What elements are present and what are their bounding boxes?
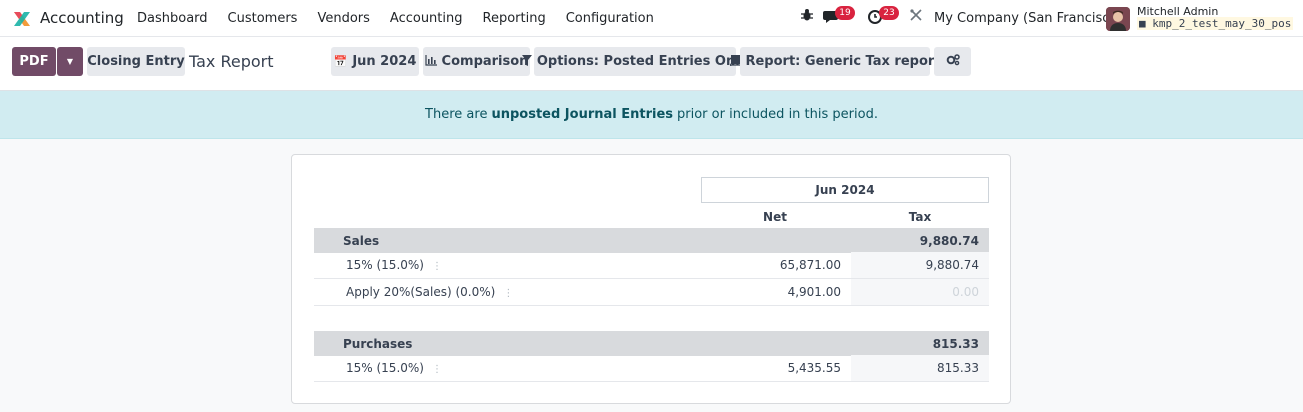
net-value: 4,901.00 — [787, 285, 841, 299]
section-tax: 815.33 — [932, 337, 979, 351]
section-label: Sales — [343, 234, 380, 248]
tax-column-header[interactable]: Tax — [851, 210, 989, 224]
table-row[interactable]: Apply 20%(Sales) (0.0%) ⋮ 4,901.00 0.00 — [314, 279, 989, 306]
menu-customers[interactable]: Customers — [228, 11, 298, 26]
accounting-app-icon[interactable] — [12, 9, 32, 29]
section-label: Purchases — [343, 337, 413, 351]
net-column-header[interactable]: Net — [701, 210, 849, 224]
unposted-entries-link[interactable]: unposted Journal Entries — [491, 107, 673, 122]
tax-line-label: 15% (15.0%) — [346, 258, 424, 272]
debug-icon[interactable] — [800, 8, 814, 22]
table-row[interactable]: 15% (15.0%) ⋮ 5,435.55 815.33 — [314, 355, 989, 382]
database-name: ■ kmp_2_test_may_30_pos — [1137, 17, 1294, 30]
comparison-button[interactable]: Comparison — [423, 47, 530, 76]
main-menu: Dashboard Customers Vendors Accounting R… — [137, 11, 674, 26]
tax-value: 9,880.74 — [925, 258, 979, 272]
tools-icon[interactable] — [909, 8, 923, 22]
tax-value: 0.00 — [952, 285, 979, 299]
menu-accounting[interactable]: Accounting — [390, 11, 463, 26]
line-menu-icon[interactable]: ⋮ — [432, 261, 442, 272]
activities-icon[interactable]: 23 — [867, 6, 899, 24]
menu-vendors[interactable]: Vendors — [317, 11, 369, 26]
tax-line-label: 15% (15.0%) — [346, 361, 424, 375]
period-column-header: Jun 2024 — [701, 177, 989, 203]
calendar-icon: 📅 — [333, 55, 348, 68]
net-value: 5,435.55 — [787, 361, 841, 375]
tax-report-table: Jun 2024 Net Tax Sales 9,880.74 15% (15.… — [291, 154, 1011, 404]
book-icon — [729, 53, 742, 69]
section-row-purchases[interactable]: Purchases 815.33 — [314, 331, 989, 356]
gears-icon — [946, 53, 960, 70]
options-filter-button[interactable]: Options: Posted Entries Only — [521, 47, 748, 76]
app-name[interactable]: Accounting — [40, 9, 124, 27]
company-switcher[interactable]: My Company (San Francisco) — [934, 11, 1122, 26]
menu-dashboard[interactable]: Dashboard — [137, 11, 208, 26]
menu-configuration[interactable]: Configuration — [566, 11, 654, 26]
page-title: Tax Report — [189, 52, 274, 71]
section-row-sales[interactable]: Sales 9,880.74 — [314, 228, 989, 253]
activities-badge: 23 — [879, 6, 899, 20]
report-variant-button[interactable]: Report: Generic Tax report — [730, 47, 941, 76]
settings-button[interactable] — [934, 47, 971, 76]
bar-chart-icon — [424, 54, 437, 69]
pdf-button[interactable]: PDF — [12, 47, 56, 76]
tax-value: 815.33 — [937, 361, 979, 375]
unposted-entries-alert: There are unposted Journal Entries prior… — [0, 91, 1303, 139]
section-tax: 9,880.74 — [919, 234, 979, 248]
database-icon: ■ — [1139, 17, 1146, 30]
control-panel: PDF ▼ Closing Entry Tax Report 📅 Jun 2024… — [0, 37, 1303, 91]
date-filter-button[interactable]: 📅 Jun 2024 — [331, 47, 419, 76]
messages-badge: 19 — [835, 6, 855, 20]
menu-reporting[interactable]: Reporting — [483, 11, 546, 26]
top-navbar: Accounting Dashboard Customers Vendors A… — [0, 0, 1303, 37]
line-menu-icon[interactable]: ⋮ — [432, 364, 442, 375]
table-row[interactable]: 15% (15.0%) ⋮ 65,871.00 9,880.74 — [314, 252, 989, 279]
caret-down-icon: ▼ — [66, 57, 74, 66]
export-dropdown-button[interactable]: ▼ — [57, 47, 83, 76]
filter-icon — [521, 54, 532, 69]
line-menu-icon[interactable]: ⋮ — [503, 288, 513, 299]
closing-entry-button[interactable]: Closing Entry — [87, 47, 185, 76]
user-avatar[interactable] — [1106, 7, 1130, 31]
net-value: 65,871.00 — [779, 258, 841, 272]
messages-icon[interactable]: 19 — [823, 6, 855, 24]
tax-line-label: Apply 20%(Sales) (0.0%) — [346, 285, 496, 299]
